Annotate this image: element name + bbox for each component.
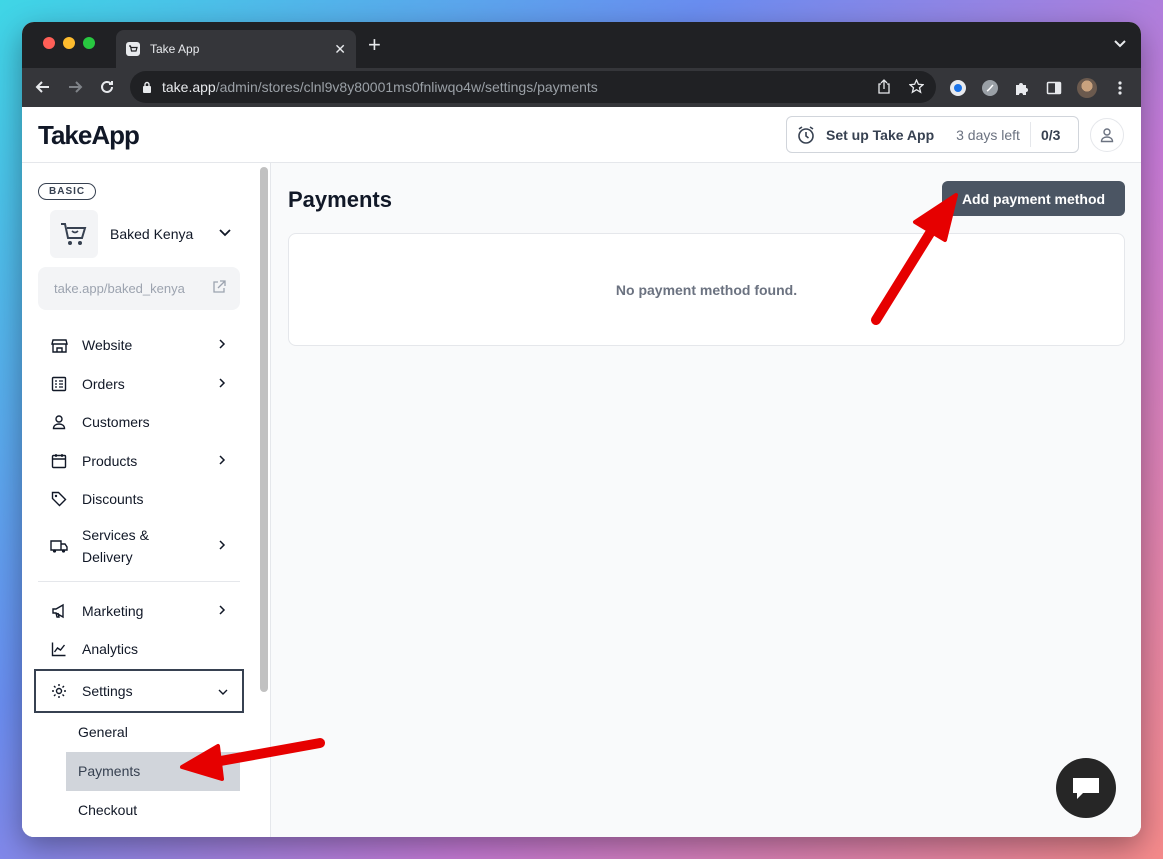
settings-general-link[interactable]: General: [66, 713, 240, 752]
main-content: Payments Add payment method No payment m…: [271, 163, 1141, 837]
sidebar-item-services-delivery[interactable]: Services & Delivery: [38, 519, 240, 573]
chevron-right-icon: [218, 453, 226, 469]
cart-favicon-icon: [126, 42, 140, 56]
back-arrow-icon[interactable]: [34, 78, 52, 96]
app-body: BASIC Baked Kenya take.app/baked_kenya W…: [22, 163, 1141, 837]
app-header: TakeApp Set up Take App 3 days left 0/3: [22, 107, 1141, 163]
user-icon: [50, 413, 68, 431]
sidebar-item-orders[interactable]: Orders: [38, 365, 240, 404]
sidebar-item-label: Orders: [82, 375, 125, 392]
close-tab-icon[interactable]: ✕: [334, 41, 346, 58]
chevron-right-icon: [218, 376, 226, 392]
chat-support-button[interactable]: [1056, 758, 1116, 818]
sidebar-nav: Website Orders Customers Products Discou…: [34, 326, 244, 830]
trial-days-left: 3 days left: [956, 126, 1020, 143]
takeapp-logo[interactable]: TakeApp: [38, 120, 140, 151]
sidebar-item-label: Products: [82, 452, 138, 469]
external-link-icon: [212, 280, 226, 297]
tab-search-chevron-icon[interactable]: [1113, 36, 1127, 55]
sidebar-item-website[interactable]: Website: [38, 326, 240, 365]
extensions-area: [949, 78, 1129, 98]
divider: [38, 580, 240, 582]
add-payment-method-button[interactable]: Add payment method: [942, 181, 1125, 216]
sidebar-item-label: Services & Delivery: [82, 526, 149, 565]
products-box-icon: [50, 452, 68, 470]
store-switcher[interactable]: Baked Kenya: [50, 210, 232, 258]
sidebar-item-analytics[interactable]: Analytics: [38, 630, 240, 669]
tag-icon: [50, 490, 68, 508]
orders-list-icon: [50, 375, 68, 393]
user-icon: [1100, 128, 1114, 143]
sidebar-item-label: Discounts: [82, 491, 144, 508]
share-icon[interactable]: [877, 79, 891, 97]
chevron-right-icon: [218, 535, 226, 557]
tab-title: Take App: [150, 42, 200, 56]
store-url-text: take.app/baked_kenya: [54, 281, 185, 296]
chevron-right-icon: [218, 603, 226, 619]
sidebar-item-label: Analytics: [82, 641, 139, 658]
address-bar[interactable]: take.app/admin/stores/clnl9v8y80001ms0fn…: [130, 71, 936, 103]
new-tab-button[interactable]: +: [368, 34, 381, 56]
sidebar-item-marketing[interactable]: Marketing: [38, 592, 240, 631]
megaphone-icon: [50, 602, 68, 620]
extension-leaf-icon[interactable]: [981, 79, 999, 97]
chart-line-icon: [50, 640, 68, 658]
minimize-window-button[interactable]: [63, 37, 75, 49]
close-window-button[interactable]: [43, 37, 55, 49]
divider: [1029, 122, 1031, 147]
plan-badge: BASIC: [38, 183, 97, 200]
sidebar-item-customers[interactable]: Customers: [38, 403, 240, 442]
scrollbar-thumb[interactable]: [260, 167, 268, 692]
bookmark-star-icon[interactable]: [908, 78, 925, 97]
takeapp-admin: TakeApp Set up Take App 3 days left 0/3 …: [22, 107, 1141, 837]
puzzle-icon[interactable]: [1013, 79, 1031, 97]
sidebar-item-label: Settings: [82, 682, 133, 699]
browser-tab-bar: Take App ✕ +: [22, 22, 1141, 68]
page-title: Payments: [288, 187, 392, 212]
chevron-down-icon: [218, 683, 228, 699]
sidebar-scrollbar[interactable]: [257, 163, 271, 837]
chevron-down-icon: [218, 225, 232, 244]
reload-icon[interactable]: [98, 78, 116, 96]
empty-message: No payment method found.: [615, 281, 798, 298]
kebab-menu-icon[interactable]: [1111, 79, 1129, 97]
setup-progress-count: 0/3: [1040, 126, 1061, 143]
browser-toolbar: take.app/admin/stores/clnl9v8y80001ms0fn…: [22, 68, 1141, 107]
store-name: Baked Kenya: [110, 226, 194, 242]
store-url-link[interactable]: take.app/baked_kenya: [38, 267, 240, 310]
store-cart-logo-icon: [50, 210, 98, 258]
alarm-clock-icon: [796, 125, 816, 145]
setup-progress-button[interactable]: Set up Take App 3 days left 0/3: [786, 116, 1079, 153]
extension-circle-icon[interactable]: [949, 79, 967, 97]
store-icon: [50, 336, 68, 354]
chat-bubble-icon: [1073, 778, 1099, 799]
url-host: take.app: [162, 79, 216, 95]
maximize-window-button[interactable]: [83, 37, 95, 49]
sidebar-item-label: Website: [82, 337, 133, 354]
settings-payments-link[interactable]: Payments: [66, 751, 240, 791]
setup-label: Set up Take App: [826, 126, 935, 143]
settings-checkout-link[interactable]: Checkout: [66, 791, 240, 830]
window-controls: [43, 37, 95, 49]
sidebar-item-settings[interactable]: Settings: [34, 668, 244, 713]
browser-window: Take App ✕ + take.app/admin/stores/clnl9…: [22, 22, 1141, 837]
settings-subnav: General Payments Checkout: [38, 713, 240, 830]
lock-icon: [142, 81, 152, 93]
user-menu-button[interactable]: [1090, 118, 1124, 152]
truck-icon: [50, 537, 68, 555]
profile-avatar[interactable]: [1077, 78, 1097, 98]
chevron-right-icon: [218, 337, 226, 353]
side-panel-icon[interactable]: [1045, 79, 1063, 97]
sidebar-item-label: Customers: [82, 414, 150, 431]
payment-methods-empty-state: No payment method found.: [288, 233, 1125, 346]
url-path: /admin/stores/clnl9v8y80001ms0fnliwqo4w/…: [215, 79, 598, 95]
browser-tab[interactable]: Take App ✕: [116, 30, 356, 68]
gear-icon: [50, 682, 68, 700]
sidebar-item-label: Marketing: [82, 602, 144, 619]
sidebar-item-discounts[interactable]: Discounts: [38, 480, 240, 519]
sidebar-item-products[interactable]: Products: [38, 442, 240, 481]
sidebar: BASIC Baked Kenya take.app/baked_kenya W…: [22, 163, 257, 837]
forward-arrow-icon[interactable]: [66, 78, 84, 96]
